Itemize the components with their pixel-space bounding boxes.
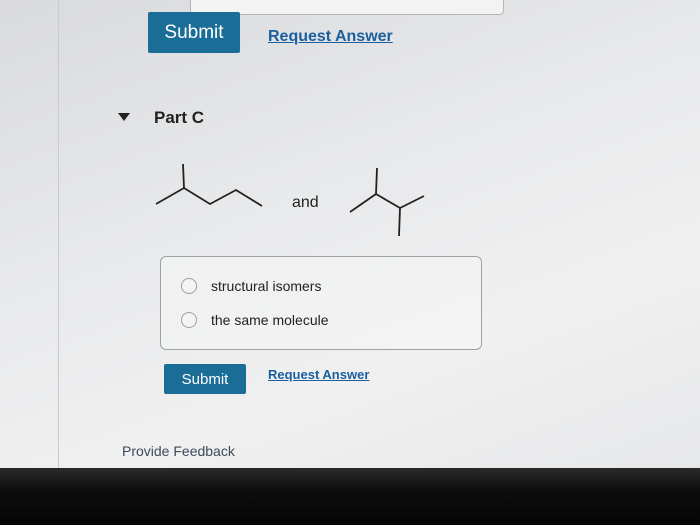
option-label: the same molecule	[211, 312, 329, 328]
left-divider	[58, 0, 59, 475]
molecule-right-branch-bottom	[398, 207, 401, 237]
submit-button[interactable]: Submit	[164, 364, 246, 394]
radio-button[interactable]	[181, 278, 197, 294]
option-same-molecule[interactable]: the same molecule	[181, 312, 329, 328]
molecule-left-structure	[155, 163, 263, 207]
molecule-right-chain	[349, 192, 425, 213]
request-answer-link-previous-part[interactable]: Request Answer	[268, 28, 393, 46]
answer-options-box: structural isomers the same molecule	[160, 256, 482, 350]
molecule-left-chain	[155, 186, 263, 207]
provide-feedback-link[interactable]: Provide Feedback	[122, 443, 235, 459]
request-answer-link[interactable]: Request Answer	[268, 367, 369, 382]
option-label: structural isomers	[211, 278, 322, 294]
radio-button[interactable]	[181, 312, 197, 328]
molecule-right-structure	[349, 167, 425, 237]
option-structural-isomers[interactable]: structural isomers	[181, 278, 321, 294]
page-content: Submit Request Answer Part C and structu…	[0, 0, 700, 475]
molecule-right-branch-top	[375, 167, 378, 195]
part-title: Part C	[154, 108, 205, 127]
collapse-caret-icon[interactable]	[118, 113, 130, 121]
submit-button-previous-part[interactable]: Submit	[148, 12, 240, 53]
molecule-left-branch	[182, 163, 185, 189]
screen-bezel	[0, 468, 700, 525]
and-connector: and	[292, 194, 319, 211]
